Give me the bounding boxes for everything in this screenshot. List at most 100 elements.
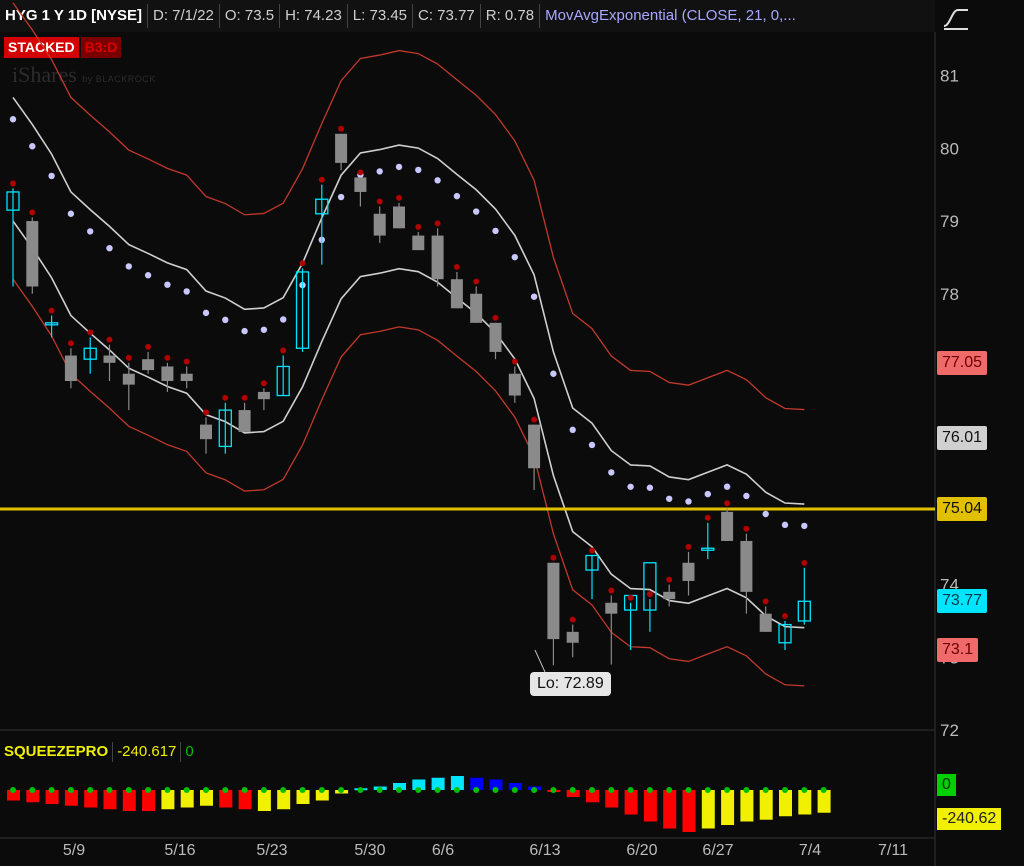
squeeze-dot xyxy=(511,787,518,793)
trend-dot xyxy=(183,288,190,295)
squeeze-dot xyxy=(299,787,306,793)
high-marker xyxy=(646,591,653,598)
date-tick-label: 5/30 xyxy=(354,842,385,859)
candle-body xyxy=(412,235,425,251)
squeeze-dot xyxy=(318,787,325,793)
candle-body xyxy=(200,424,212,440)
squeeze-dot xyxy=(260,787,267,793)
squeeze-dot xyxy=(627,787,634,793)
high-marker xyxy=(376,198,383,205)
squeezepro-zero: 0 xyxy=(185,743,194,760)
high-marker xyxy=(434,220,441,227)
high-marker xyxy=(48,307,55,314)
squeeze-bar xyxy=(798,790,812,815)
squeeze-dot xyxy=(550,787,557,793)
date-tick-label: 5/23 xyxy=(256,842,287,859)
trend-dot xyxy=(608,469,615,476)
squeeze-dot xyxy=(724,787,731,793)
squeeze-dot xyxy=(685,787,692,793)
squeeze-dot xyxy=(801,787,808,793)
squeeze-bar xyxy=(122,790,136,811)
candle-body xyxy=(489,322,502,352)
squeeze-dot xyxy=(434,787,441,793)
candle-body xyxy=(740,540,753,592)
date-tick-label: 6/27 xyxy=(702,842,733,859)
high-marker xyxy=(415,223,422,230)
squeeze-bar xyxy=(257,790,271,811)
trend-dot xyxy=(241,327,248,335)
squeeze-dot xyxy=(125,787,132,793)
candle-body xyxy=(450,279,463,309)
date-tick-label: 6/6 xyxy=(432,842,454,859)
low-callout: Lo: 72.89 xyxy=(530,672,611,696)
candle-body xyxy=(682,562,695,581)
high-marker xyxy=(627,594,634,601)
squeezepro-header: SQUEEZEPRO -240.617 0 xyxy=(0,740,198,764)
price-tag: 77.05 xyxy=(937,350,988,375)
price-tag: 76.01 xyxy=(937,426,988,451)
squeeze-dot xyxy=(222,787,229,793)
price-tag: 73.1 xyxy=(937,638,979,663)
price-tick-label: 80 xyxy=(940,139,959,158)
trend-dot xyxy=(87,228,94,235)
squeeze-bar xyxy=(663,790,677,829)
trend-dot xyxy=(453,192,461,200)
squeeze-dot xyxy=(704,787,711,793)
price-tick-label: 81 xyxy=(940,67,959,86)
candle-body xyxy=(142,359,155,371)
candle-body xyxy=(605,602,618,614)
price-tag: 75.04 xyxy=(937,496,988,521)
date-tick-label: 7/11 xyxy=(878,842,908,859)
price-tick-label: 78 xyxy=(940,285,959,304)
candle-body xyxy=(470,293,483,323)
date-tick-label: 5/16 xyxy=(164,842,195,859)
date-tick-label: 5/9 xyxy=(63,842,85,859)
squeeze-dot xyxy=(106,787,113,793)
squeeze-dot xyxy=(782,787,788,793)
squeeze-bar xyxy=(740,790,754,822)
trend-dot xyxy=(569,426,576,434)
high-marker xyxy=(762,598,769,605)
squeeze-dot xyxy=(338,787,345,793)
trend-dot xyxy=(376,168,383,175)
trend-dot xyxy=(666,495,673,502)
high-marker xyxy=(183,358,190,365)
upper-ema-line xyxy=(12,96,805,505)
trend-dot xyxy=(337,193,345,201)
trend-dot xyxy=(222,316,229,324)
trend-dot xyxy=(434,177,441,184)
squeeze-dot xyxy=(203,787,209,793)
squeeze-bar xyxy=(721,790,735,825)
trend-dot xyxy=(762,510,769,518)
high-marker xyxy=(801,559,808,566)
trend-dot xyxy=(646,484,654,491)
trend-dot xyxy=(395,163,403,171)
candle-body xyxy=(180,373,193,381)
candle-body xyxy=(122,373,135,385)
candle-body xyxy=(238,410,251,432)
squeeze-dot xyxy=(48,787,55,793)
squeeze-dot xyxy=(492,787,499,793)
squeeze-dot xyxy=(396,787,402,793)
candle-body xyxy=(354,177,367,192)
candle-body xyxy=(528,424,541,469)
high-marker xyxy=(357,169,364,176)
squeeze-dot xyxy=(820,787,827,793)
trend-dot xyxy=(530,293,538,300)
upper-keltner-line xyxy=(12,2,805,411)
squeeze-dot xyxy=(453,787,460,793)
candle-body xyxy=(26,221,39,287)
squeeze-dot xyxy=(473,787,480,793)
high-marker xyxy=(453,263,460,270)
price-tag: 73.77 xyxy=(937,589,988,614)
trend-dot xyxy=(492,227,499,235)
trend-dot xyxy=(743,492,750,500)
high-marker xyxy=(473,278,480,285)
trend-dot xyxy=(202,309,210,317)
high-marker xyxy=(241,394,248,401)
squeezepro-name[interactable]: SQUEEZEPRO xyxy=(0,742,114,762)
high-marker xyxy=(29,209,36,216)
date-tick-label: 6/13 xyxy=(529,842,560,859)
high-marker xyxy=(299,260,306,267)
price-chart[interactable]: 818079787473725/95/165/235/306/66/136/20… xyxy=(0,0,1024,866)
